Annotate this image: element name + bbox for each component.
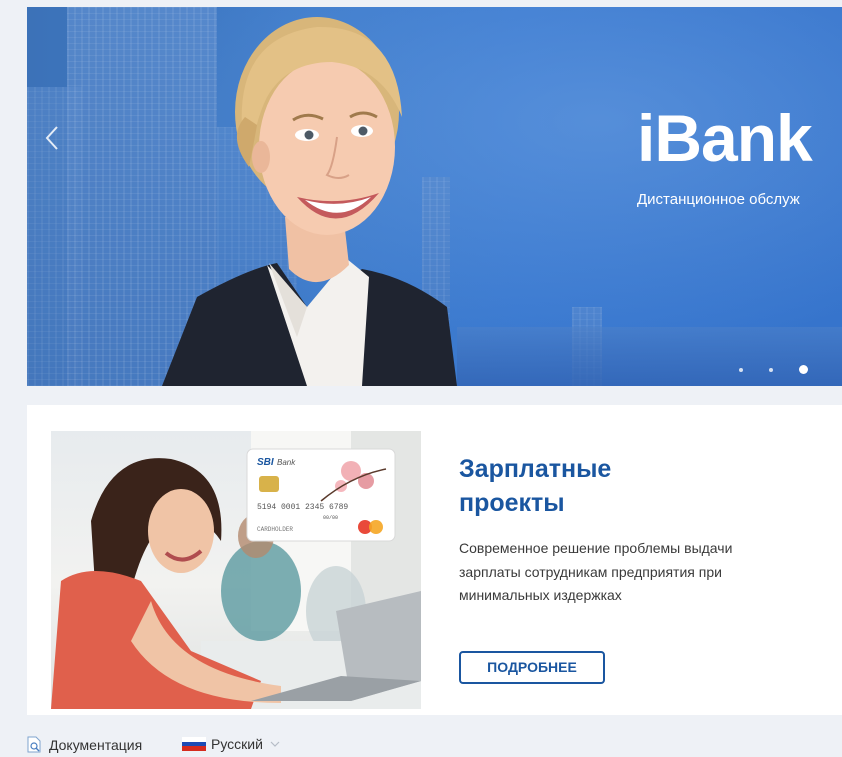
promo-image: SBI Bank 5194 0001 2345 6789 00/00 CARDH…	[51, 431, 421, 709]
russia-flag-icon	[182, 737, 206, 752]
slider-prev-button[interactable]	[45, 125, 65, 151]
card-bank-name: SBI	[257, 457, 274, 468]
hero-title: iBank	[637, 101, 813, 175]
language-select[interactable]: Русский	[182, 736, 280, 752]
card-valid: 00/00	[323, 515, 338, 521]
slider-dot-2[interactable]	[769, 367, 773, 372]
hero-subtitle: Дистанционное обслуж	[637, 191, 800, 208]
document-search-icon	[27, 736, 41, 753]
slider-pagination	[739, 365, 808, 374]
language-label: Русский	[211, 736, 263, 752]
page-background	[0, 0, 27, 757]
chevron-left-icon	[45, 126, 58, 150]
hero-slider: iBank Дистанционное обслуж	[27, 7, 842, 386]
slider-dot-1[interactable]	[739, 367, 743, 372]
promo-salary-projects: SBI Bank 5194 0001 2345 6789 00/00 CARDH…	[27, 405, 842, 715]
documentation-label: Документация	[49, 736, 143, 753]
hero-woman-photo	[162, 17, 457, 386]
promo-title: Зарплатные проекты	[459, 455, 612, 517]
documentation-link[interactable]: Документация	[27, 736, 142, 753]
promo-photo: SBI Bank 5194 0001 2345 6789 00/00 CARDH…	[51, 431, 421, 709]
promo-description: Современное решение проблемы выдачи зарп…	[459, 540, 733, 603]
slider-dot-3[interactable]	[799, 365, 808, 374]
card-bank-word: Bank	[277, 458, 296, 467]
city-skyline	[457, 327, 842, 386]
bank-card-illustration: SBI Bank 5194 0001 2345 6789 00/00 CARDH…	[246, 448, 396, 542]
card-holder: CARDHOLDER	[257, 526, 293, 533]
more-button[interactable]: ПОДРОБНЕЕ	[459, 651, 605, 684]
footer: Документация Русский	[27, 732, 842, 757]
chevron-down-icon	[270, 741, 280, 747]
card-number: 5194 0001 2345 6789	[257, 503, 348, 512]
